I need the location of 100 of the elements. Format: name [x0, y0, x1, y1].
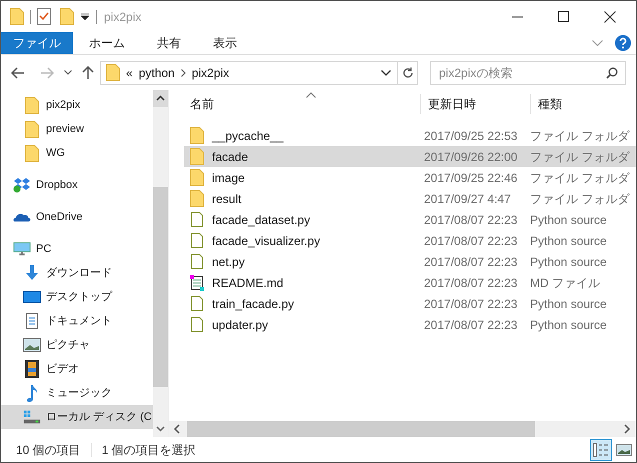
ribbon-tab[interactable]: ファイル: [1, 32, 73, 54]
file-row[interactable]: net.py 2017/08/07 22:23 Python source: [184, 251, 636, 272]
modified-date: 2017/09/25 22:53: [423, 128, 518, 144]
details-view-icon: [593, 442, 609, 456]
sidebar-item[interactable]: preview: [1, 117, 153, 141]
help-icon[interactable]: [615, 35, 631, 51]
search-icon: [606, 66, 618, 78]
file-row[interactable]: __pycache__ 2017/09/25 22:53 ファイル フォルダ: [184, 125, 636, 146]
modified-date: 2017/08/07 22:23: [423, 254, 518, 270]
chevron-down-icon[interactable]: [64, 70, 72, 75]
folder-icon: [25, 120, 39, 138]
modified-date: 2017/09/25 22:46: [423, 170, 518, 186]
sidebar-item[interactable]: ローカル ディスク (C: [1, 405, 153, 429]
download-arrow-icon: [24, 265, 40, 281]
column-header[interactable]: 種類: [530, 94, 636, 114]
modified-date: 2017/08/07 22:23: [423, 316, 518, 334]
file-type: ファイル フォルダ: [530, 170, 630, 186]
sidebar-item[interactable]: OneDrive: [1, 205, 153, 229]
file-name: facade: [212, 148, 248, 166]
file-type: ファイル フォルダ: [530, 148, 630, 166]
file-type: Python source: [530, 232, 607, 250]
column-header[interactable]: 名前: [169, 94, 420, 114]
search-field[interactable]: pix2pixの検索: [430, 60, 626, 84]
checklist-icon[interactable]: [37, 8, 51, 25]
sidebar-item[interactable]: ダウンロード: [1, 261, 153, 285]
folder-icon: [190, 190, 204, 207]
modified-date: 2017/08/07 22:23: [423, 296, 518, 312]
sidebar-item[interactable]: ピクチャ: [1, 333, 153, 357]
folder-icon: [190, 148, 204, 165]
chevron-down-icon[interactable]: [381, 70, 391, 76]
modified-date: 2017/08/07 22:23: [423, 212, 518, 228]
close-icon[interactable]: [604, 10, 616, 22]
file-name: image: [212, 170, 245, 186]
file-row[interactable]: updater.py 2017/08/07 22:23 Python source: [184, 314, 636, 335]
scrollbar-thumb[interactable]: [187, 421, 535, 437]
folder-icon: [25, 96, 39, 114]
desktop-icon: [23, 290, 41, 304]
cloud-icon: [13, 211, 31, 223]
folder-icon: [10, 8, 24, 25]
document-icon: [26, 313, 38, 329]
modified-date: 2017/08/07 22:23: [423, 274, 518, 292]
file-row[interactable]: train_facade.py 2017/08/07 22:23 Python source: [184, 293, 636, 314]
scroll-up-icon[interactable]: [153, 90, 168, 107]
file-icon: [191, 296, 203, 311]
file-name: result: [212, 190, 242, 208]
file-icon: [191, 317, 203, 332]
monitor-icon: [13, 241, 31, 257]
sort-caret-icon: [306, 92, 316, 98]
file-type: Python source: [530, 296, 607, 312]
sidebar-item[interactable]: ビデオ: [1, 357, 153, 381]
column-header[interactable]: 更新日時: [420, 94, 530, 114]
address-bar[interactable]: « python pix2pix: [100, 60, 398, 84]
refresh-icon[interactable]: [402, 66, 414, 78]
file-row[interactable]: facade_dataset.py 2017/08/07 22:23 Python source: [184, 209, 636, 230]
breadcrumb-segment[interactable]: pix2pix: [192, 64, 230, 82]
modified-date: 2017/09/26 22:00: [423, 148, 518, 166]
file-name: net.py: [212, 254, 245, 270]
folder-icon: [25, 144, 39, 162]
scrollbar[interactable]: [153, 90, 168, 437]
up-arrow-icon[interactable]: [82, 66, 94, 80]
file-type: Python source: [530, 254, 607, 270]
folder-icon: [106, 64, 120, 81]
maximize-icon[interactable]: [558, 10, 570, 22]
modified-date: 2017/09/27 4:47: [423, 190, 512, 208]
file-name: __pycache__: [212, 128, 284, 144]
address-overflow[interactable]: «: [126, 64, 133, 82]
folder-icon: [190, 127, 204, 144]
file-row[interactable]: facade_visualizer.py 2017/08/07 22:23 Python source: [184, 230, 636, 251]
sidebar-item[interactable]: pix2pix: [1, 93, 153, 117]
ribbon-tab[interactable]: 表示: [197, 32, 253, 54]
ribbon-tab[interactable]: 共有: [141, 32, 197, 54]
sidebar-item[interactable]: PC: [1, 237, 153, 261]
ribbon-tab[interactable]: ホーム: [73, 32, 141, 54]
sidebar-item[interactable]: Dropbox: [1, 173, 153, 197]
file-type: MD ファイル: [530, 274, 600, 292]
file-row[interactable]: result 2017/09/27 4:47 ファイル フォルダ: [184, 188, 636, 209]
file-name: README.md: [212, 274, 284, 292]
scrollbar-thumb[interactable]: [153, 187, 168, 387]
sidebar-item[interactable]: デスクトップ: [1, 285, 153, 309]
music-note-icon: [26, 384, 38, 402]
breadcrumb-chevron-icon[interactable]: [180, 68, 186, 76]
folder-icon: [60, 8, 74, 25]
thumbnail-view-icon: [616, 444, 632, 456]
sidebar-item[interactable]: ドキュメント: [1, 309, 153, 333]
dropdown-arrow-icon[interactable]: [81, 12, 89, 20]
drive-icon: [23, 409, 41, 425]
file-row[interactable]: facade 2017/09/26 22:00 ファイル フォルダ: [184, 146, 636, 167]
dropbox-icon: [13, 177, 31, 193]
sidebar-item[interactable]: WG: [1, 141, 153, 165]
sidebar-item[interactable]: ミュージック: [1, 381, 153, 405]
file-icon: [191, 212, 203, 227]
back-arrow-icon[interactable]: [11, 66, 25, 78]
horizontal-scrollbar[interactable]: [169, 421, 636, 437]
file-row[interactable]: image 2017/09/25 22:46 ファイル フォルダ: [184, 167, 636, 188]
folder-icon: [190, 169, 204, 186]
breadcrumb-segment[interactable]: python: [138, 64, 175, 82]
file-row[interactable]: README.md 2017/08/07 22:23 MD ファイル: [184, 272, 636, 293]
view-mode-button[interactable]: [590, 438, 612, 460]
file-name: facade_dataset.py: [212, 212, 310, 228]
film-icon: [25, 360, 39, 378]
